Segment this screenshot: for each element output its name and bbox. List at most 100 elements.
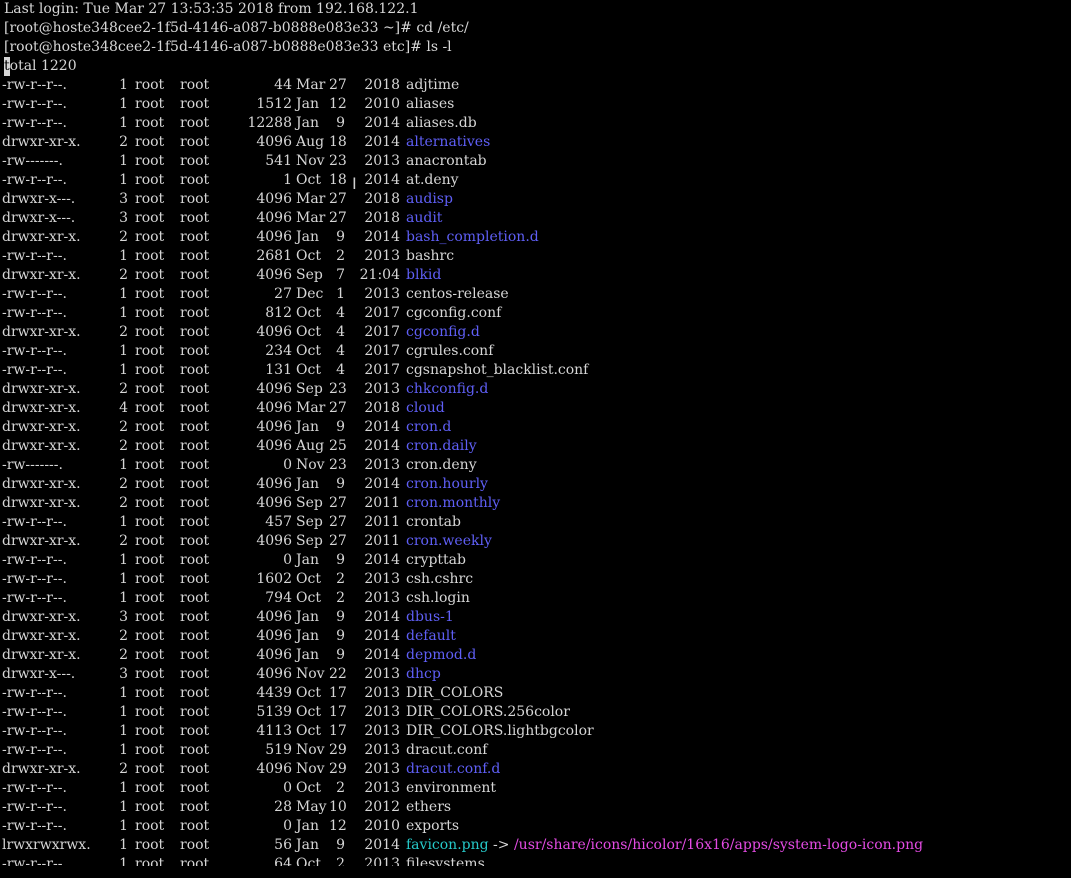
prompt-cd-line: [root@hoste348cee2-1f5d-4146-a087-b0888e… bbox=[4, 20, 469, 36]
listing-links: 1 bbox=[119, 552, 128, 568]
listing-perm: -rw-r--r--. bbox=[2, 286, 67, 302]
listing-perm: -rw-r--r--. bbox=[2, 96, 67, 112]
listing-name-cell: at.deny bbox=[406, 171, 459, 190]
listing-month: Oct bbox=[296, 723, 321, 739]
listing-month: Sep bbox=[296, 495, 323, 511]
listing-year: 2014 bbox=[364, 552, 400, 568]
listing-year: 2014 bbox=[364, 134, 400, 150]
listing-group: root bbox=[180, 609, 210, 625]
listing-day: 27 bbox=[329, 495, 347, 511]
listing-group: root bbox=[180, 400, 210, 416]
terminal-window[interactable]: Last login: Tue Mar 27 13:53:35 2018 fro… bbox=[0, 0, 1071, 878]
listing-links: 2 bbox=[119, 419, 128, 435]
listing-year: 2013 bbox=[364, 571, 400, 587]
listing-name: DIR_COLORS bbox=[406, 685, 504, 701]
listing-size: 457 bbox=[265, 514, 292, 530]
listing-owner: root bbox=[135, 362, 165, 378]
listing-day: 9 bbox=[336, 609, 345, 625]
listing-name: dracut.conf.d bbox=[406, 761, 501, 777]
listing-month: Mar bbox=[296, 210, 326, 226]
listing-day: 12 bbox=[329, 96, 347, 112]
listing-links: 3 bbox=[119, 609, 128, 625]
listing-row: -rw-r--r--. 1 root root 64 Oct 2 2013 filesystem… bbox=[0, 855, 1071, 866]
listing-row: -rw-r--r--. 1 root root 1602 Oct 2 2013 csh.cshr… bbox=[0, 570, 1071, 589]
listing-month: Oct bbox=[296, 571, 321, 587]
listing-row: -rw-r--r--. 1 root root 519 Nov 29 2013 dracut.c… bbox=[0, 741, 1071, 760]
listing-day: 4 bbox=[336, 343, 345, 359]
listing-links: 2 bbox=[119, 495, 128, 511]
listing-perm: drwxr-xr-x. bbox=[2, 324, 81, 340]
listing-row: drwxr-xr-x. 2 root root 4096 Jan 9 2014 cron.d bbox=[0, 418, 1071, 437]
listing-day: 27 bbox=[329, 533, 347, 549]
listing-links: 1 bbox=[119, 343, 128, 359]
listing-links: 2 bbox=[119, 134, 128, 150]
listing-month: Nov bbox=[296, 742, 325, 758]
listing-name-cell: alternatives bbox=[406, 133, 490, 152]
listing-row: -rw-r--r--. 1 root root 28 May 10 2012 ethers bbox=[0, 798, 1071, 817]
listing-year: 2018 bbox=[364, 191, 400, 207]
listing-group: root bbox=[180, 818, 210, 834]
listing-group: root bbox=[180, 305, 210, 321]
listing-month: Mar bbox=[296, 400, 326, 416]
listing-month: Oct bbox=[296, 590, 321, 606]
listing-links: 2 bbox=[119, 628, 128, 644]
listing-year: 2014 bbox=[364, 115, 400, 131]
listing-perm: lrwxrwxrwx. bbox=[2, 837, 91, 853]
listing-year: 2013 bbox=[364, 666, 400, 682]
listing-row: drwxr-xr-x. 2 root root 4096 Aug 25 2014 cron.da… bbox=[0, 437, 1071, 456]
listing-year: 2012 bbox=[364, 799, 400, 815]
listing-month: Nov bbox=[296, 457, 325, 473]
listing-owner: root bbox=[135, 210, 165, 226]
listing-row: -rw-r--r--. 1 root root 457 Sep 27 2011 crontab bbox=[0, 513, 1071, 532]
listing-group: root bbox=[180, 647, 210, 663]
listing-size: 4096 bbox=[256, 419, 292, 435]
listing-size: 4096 bbox=[256, 609, 292, 625]
listing-size: 4096 bbox=[256, 495, 292, 511]
listing-name-cell: DIR_COLORS.lightbgcolor bbox=[406, 722, 594, 741]
listing-year: 2014 bbox=[364, 476, 400, 492]
listing-month: Mar bbox=[296, 77, 326, 93]
listing-day: 17 bbox=[329, 704, 347, 720]
listing-name: cron.weekly bbox=[406, 533, 492, 549]
listing-row: drwxr-xr-x. 2 root root 4096 Sep 23 2013 chkconf… bbox=[0, 380, 1071, 399]
listing-owner: root bbox=[135, 590, 165, 606]
listing-group: root bbox=[180, 761, 210, 777]
listing-name-cell: dracut.conf.d bbox=[406, 760, 500, 779]
listing-size: 0 bbox=[283, 818, 292, 834]
listing-perm: -rw-r--r--. bbox=[2, 685, 67, 701]
listing-row: drwxr-xr-x. 2 root root 4096 Jan 9 2014 bash_com… bbox=[0, 228, 1071, 247]
listing-name-cell: cron.weekly bbox=[406, 532, 492, 551]
listing-month: Jan bbox=[296, 476, 319, 492]
listing-day: 7 bbox=[336, 267, 345, 283]
listing-group: root bbox=[180, 229, 210, 245]
listing-name-cell: DIR_COLORS bbox=[406, 684, 503, 703]
listing-links: 2 bbox=[119, 324, 128, 340]
listing-owner: root bbox=[135, 457, 165, 473]
listing-year: 2017 bbox=[364, 324, 400, 340]
listing-perm: -rw-r--r--. bbox=[2, 590, 67, 606]
listing-year: 2017 bbox=[364, 305, 400, 321]
listing-name-cell: ethers bbox=[406, 798, 451, 817]
listing-links: 1 bbox=[119, 172, 128, 188]
listing-size: 4096 bbox=[256, 267, 292, 283]
ibeam-cursor-icon: I bbox=[352, 174, 357, 193]
listing-size: 4096 bbox=[256, 533, 292, 549]
listing-owner: root bbox=[135, 571, 165, 587]
listing-name: csh.cshrc bbox=[406, 571, 474, 587]
listing-size: 234 bbox=[265, 343, 292, 359]
listing-size: 28 bbox=[274, 799, 292, 815]
listing-perm: -rw-r--r--. bbox=[2, 704, 67, 720]
listing-day: 18 bbox=[329, 172, 347, 188]
listing-perm: drwxr-xr-x. bbox=[2, 438, 81, 454]
listing-name-cell: dracut.conf bbox=[406, 741, 487, 760]
listing-size: 0 bbox=[283, 552, 292, 568]
listing-size: 131 bbox=[265, 362, 292, 378]
listing-row: drwxr-xr-x. 2 root root 4096 Sep 27 2011 cron.we… bbox=[0, 532, 1071, 551]
listing-size: 519 bbox=[265, 742, 292, 758]
listing-month: Oct bbox=[296, 343, 321, 359]
listing-name-cell: exports bbox=[406, 817, 459, 836]
listing-owner: root bbox=[135, 419, 165, 435]
listing-row: drwxr-xr-x. 4 root root 4096 Mar 27 2018 cloud bbox=[0, 399, 1071, 418]
listing-name-cell: dhcp bbox=[406, 665, 441, 684]
listing-owner: root bbox=[135, 514, 165, 530]
